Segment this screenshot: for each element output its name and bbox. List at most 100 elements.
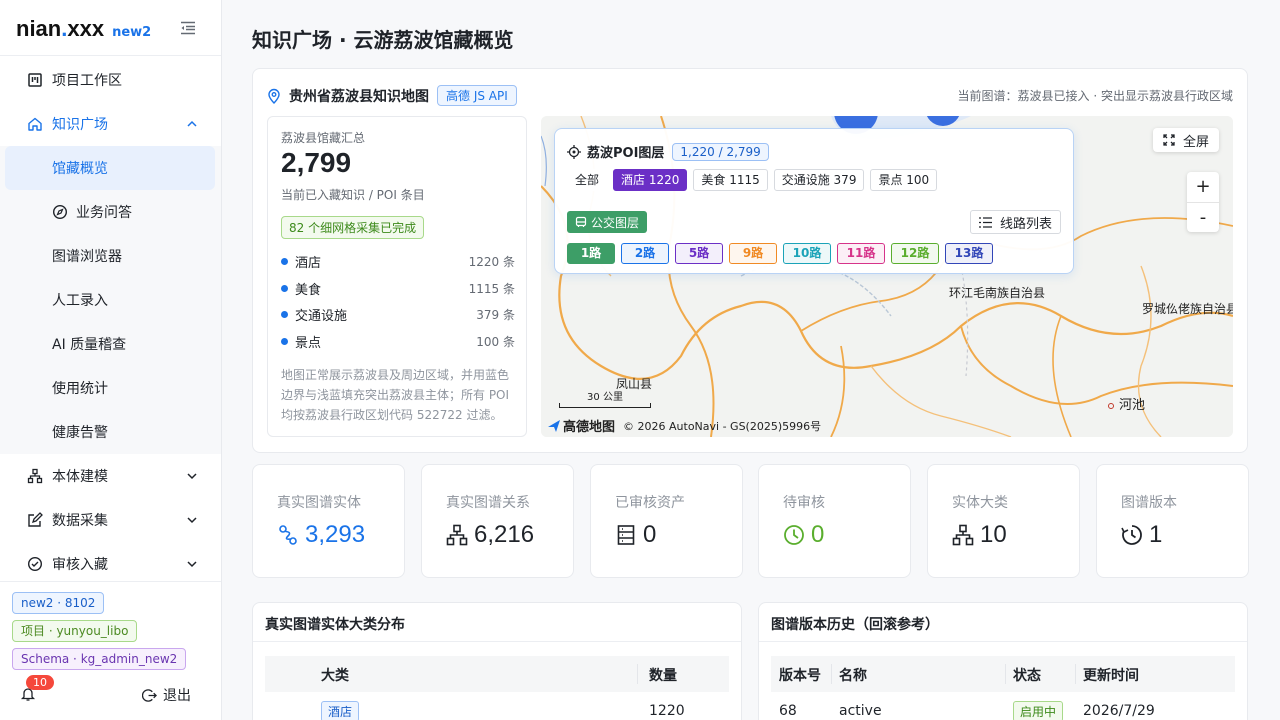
filter-chip-hotel[interactable]: 酒店 1220 [613, 169, 688, 191]
api-tag: 高德 JS API [437, 85, 517, 106]
column-header: 更新时间 [1083, 668, 1139, 684]
version-number: 68 [779, 703, 797, 719]
sidebar-item-label: 馆藏概览 [52, 161, 108, 177]
sidebar-item-review[interactable]: 审核入藏 [0, 542, 221, 580]
map-card-title: 贵州省荔波县知识地图 [289, 88, 429, 105]
sidebar-item-usage[interactable]: 使用统计 [0, 366, 221, 410]
sidebar-item-ai-qc[interactable]: AI 质量稽查 [0, 322, 221, 366]
stat-card-categories: 实体大类 10 [927, 464, 1080, 578]
knowledge-submenu: 馆藏概览 业务问答 图谱浏览器 人工录入 AI 质量稽查 使用统计 健康告警 [0, 146, 221, 454]
route-chip[interactable]: 12路 [891, 243, 939, 264]
location-pin-icon [268, 88, 280, 104]
relation-icon [446, 524, 468, 546]
stat-label: 待审核 [783, 495, 825, 511]
stat-label: 图谱版本 [1121, 495, 1177, 511]
target-icon [567, 144, 581, 159]
filter-chip-transport[interactable]: 交通设施 379 [773, 169, 865, 191]
stat-label: 真实图谱实体 [277, 495, 361, 511]
sidebar-item-label: 项目工作区 [52, 73, 122, 89]
stat-value: 6,216 [446, 521, 534, 549]
sidebar-item-ontology[interactable]: 本体建模 [0, 454, 221, 498]
stat-card-entities: 真实图谱实体 3,293 [252, 464, 405, 578]
map-card-header: 贵州省荔波县知识地图 高德 JS API [267, 85, 517, 106]
category-dot [281, 338, 288, 345]
route-chip[interactable]: 11路 [837, 243, 885, 264]
sidebar-item-graph-browser[interactable]: 图谱浏览器 [0, 234, 221, 278]
column-divider [1075, 664, 1076, 684]
logout-button[interactable]: 退出 [142, 685, 191, 705]
column-divider [831, 664, 832, 684]
version-name: active [839, 703, 882, 719]
route-chip[interactable]: 1路 [567, 243, 615, 264]
summary-description: 地图正常展示荔波县及周边区域，并用蓝色边界与浅蓝填充突出荔波县主体；所有 POI… [281, 368, 510, 422]
entity-icon [279, 525, 297, 545]
filter-chip-all[interactable]: 全部 [567, 169, 608, 191]
route-chip[interactable]: 5路 [675, 243, 723, 264]
filter-chip-scenic[interactable]: 景点 100 [870, 169, 938, 191]
column-header: 版本号 [779, 668, 821, 684]
map-status-text: 当前图谱：荔波县已接入 · 突出显示荔波县行政区域 [957, 89, 1233, 103]
map-label-huanjiang: 环江毛南族自治县 [949, 286, 1046, 300]
category-dot [281, 285, 288, 292]
route-chip[interactable]: 9路 [729, 243, 777, 264]
sidebar-item-workspace[interactable]: 项目工作区 [0, 58, 221, 102]
sidebar-item-manual-entry[interactable]: 人工录入 [0, 278, 221, 322]
schema-tag: Schema · kg_admin_new2 [12, 648, 187, 670]
status-badge: 启用中 [1013, 701, 1064, 720]
bus-routes: 1路 2路 5路 9路 10路 11路 12路 13路 [567, 243, 999, 264]
map-label-hechi: 河池 [1108, 394, 1145, 413]
bus-layer-toggle[interactable]: 公交图层 [567, 211, 648, 233]
env-tags: new2 · 8102 项目 · yunyou_libo Schema · kg… [12, 592, 187, 676]
category-count: 1220 [649, 703, 685, 719]
entity-distribution-panel: 真实图谱实体大类分布 大类 数量 酒店 1220 [252, 602, 742, 720]
sidebar-item-label: 图谱浏览器 [52, 249, 122, 265]
sidebar-item-overview[interactable]: 馆藏概览 [5, 146, 215, 190]
sidebar-item-label: 审核入藏 [52, 557, 108, 573]
logout-icon [142, 688, 157, 702]
column-header: 大类 [321, 668, 349, 684]
stat-card-reviewed: 已审核资产 0 [590, 464, 743, 578]
logout-label: 退出 [163, 688, 191, 704]
fullscreen-button[interactable]: 全屏 [1152, 128, 1219, 152]
map-scale: 30 公里 [559, 388, 651, 408]
stat-card-pending: 待审核 0 [758, 464, 911, 578]
compass-icon [52, 204, 68, 220]
category-row: 交通设施 379 条 [281, 304, 515, 324]
collapse-sidebar-icon[interactable] [180, 20, 196, 36]
env-tag: new2 · 8102 [12, 592, 105, 614]
filter-chip-food[interactable]: 美食 1115 [693, 169, 768, 191]
category-row: 美食 1115 条 [281, 278, 515, 298]
chevron-down-icon [187, 517, 197, 524]
zoom-in-button[interactable]: + [1187, 172, 1219, 202]
category-row: 景点 100 条 [281, 331, 515, 351]
map-canvas[interactable]: 环江毛南族自治县 罗城仫佬族自治县 凤山县 河池 30 公里 高德地图 © 20… [541, 116, 1233, 437]
project-tag: 项目 · yunyou_libo [12, 620, 138, 642]
sidebar-item-knowledge[interactable]: 知识广场 [0, 102, 221, 146]
stat-label: 已审核资产 [615, 495, 685, 511]
column-header: 数量 [649, 668, 677, 684]
zoom-out-button[interactable]: - [1187, 202, 1219, 232]
route-chip[interactable]: 2路 [621, 243, 669, 264]
sidebar-item-label: 数据采集 [52, 513, 108, 529]
app-root: nian.xxx new2 项目工作区 知识广场 馆藏概览 业务问答 图谱浏览器… [0, 0, 1280, 720]
zoom-control: + - [1187, 172, 1219, 232]
route-chip[interactable]: 10路 [783, 243, 831, 264]
sidebar-item-label: 人工录入 [52, 293, 108, 309]
amap-logo-icon [548, 419, 560, 432]
route-list-button[interactable]: 线路列表 [969, 210, 1061, 234]
logo[interactable]: nian.xxx new2 [16, 16, 151, 42]
route-chip[interactable]: 13路 [945, 243, 993, 264]
sidebar-item-qa[interactable]: 业务问答 [0, 190, 221, 234]
edit-icon [28, 512, 43, 527]
sidebar-item-health[interactable]: 健康告警 [0, 410, 221, 454]
check-circle-icon [27, 556, 43, 572]
sidebar: nian.xxx new2 项目工作区 知识广场 馆藏概览 业务问答 图谱浏览器… [0, 0, 222, 720]
summary-subtitle: 当前已入藏知识 / POI 条目 [281, 188, 425, 202]
poi-layer-title: 荔波POI图层 [587, 146, 665, 161]
history-icon [1121, 525, 1142, 545]
sidebar-item-label: 本体建模 [52, 469, 108, 485]
table-header: 大类 数量 [265, 656, 729, 692]
sidebar-item-collect[interactable]: 数据采集 [0, 498, 221, 542]
panel-title: 真实图谱实体大类分布 [265, 617, 405, 633]
stat-value: 0 [615, 521, 656, 549]
